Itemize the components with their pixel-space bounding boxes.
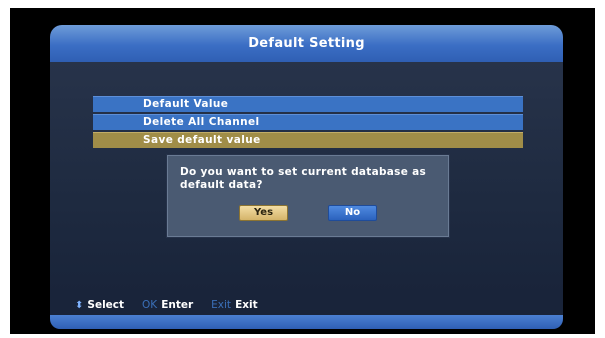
page-title: Default Setting: [248, 36, 365, 51]
menu-item-save-default-value[interactable]: Save default value: [93, 132, 523, 148]
settings-menu: Default Value Delete All Channel Save de…: [93, 96, 523, 150]
ok-key-icon: OK: [142, 299, 158, 311]
dialog-message: Do you want to set current database as d…: [180, 166, 427, 191]
settings-panel: Default Setting Default Value Delete All…: [50, 25, 563, 329]
up-down-arrow-icon: ⬍: [75, 299, 84, 311]
help-exit: Exit Exit: [211, 299, 257, 311]
content-area: Default Value Delete All Channel Save de…: [50, 62, 563, 295]
confirm-dialog: Do you want to set current database as d…: [167, 155, 449, 237]
help-enter-label: Enter: [161, 299, 194, 311]
no-button[interactable]: No: [328, 205, 377, 221]
title-bar: Default Setting: [50, 25, 563, 62]
menu-item-label: Default Value: [143, 98, 229, 110]
bottom-bar: [50, 315, 563, 329]
help-enter: OK Enter: [142, 299, 193, 311]
help-select-label: Select: [87, 299, 125, 311]
help-select: ⬍ Select: [75, 299, 124, 311]
help-bar: ⬍ Select OK Enter Exit Exit: [50, 295, 563, 315]
menu-item-delete-all-channel[interactable]: Delete All Channel: [93, 114, 523, 130]
menu-item-default-value[interactable]: Default Value: [93, 96, 523, 112]
exit-key-icon: Exit: [211, 299, 232, 311]
menu-item-label: Delete All Channel: [143, 116, 260, 128]
yes-button[interactable]: Yes: [239, 205, 288, 221]
tv-screen: Default Setting Default Value Delete All…: [10, 8, 595, 334]
menu-item-label: Save default value: [143, 134, 261, 146]
help-exit-label: Exit: [235, 299, 258, 311]
